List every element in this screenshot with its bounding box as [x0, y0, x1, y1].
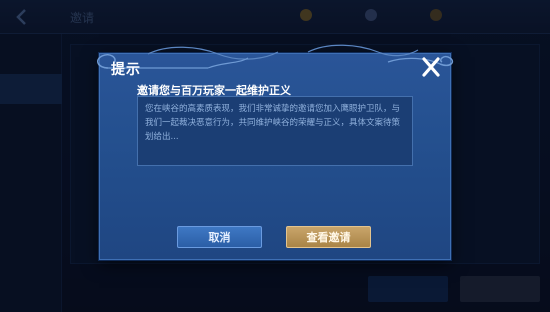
view-invite-button[interactable]: 查看邀请: [286, 226, 371, 248]
close-icon: [422, 57, 440, 77]
cancel-button[interactable]: 取消: [177, 226, 262, 248]
dialog-title: 提示: [111, 62, 141, 78]
invite-message: 您在峡谷的高素质表现，我们非常诚挚的邀请您加入鹰眼护卫队，与我们一起裁决恶意行为…: [137, 96, 413, 166]
close-button[interactable]: [418, 55, 444, 79]
invite-dialog: 提示 邀请您与百万玩家一起维护正义 您在峡谷的高素质表现，我们非常诚挚的邀请您加…: [97, 44, 454, 260]
dialog-header: 提示: [100, 54, 452, 80]
